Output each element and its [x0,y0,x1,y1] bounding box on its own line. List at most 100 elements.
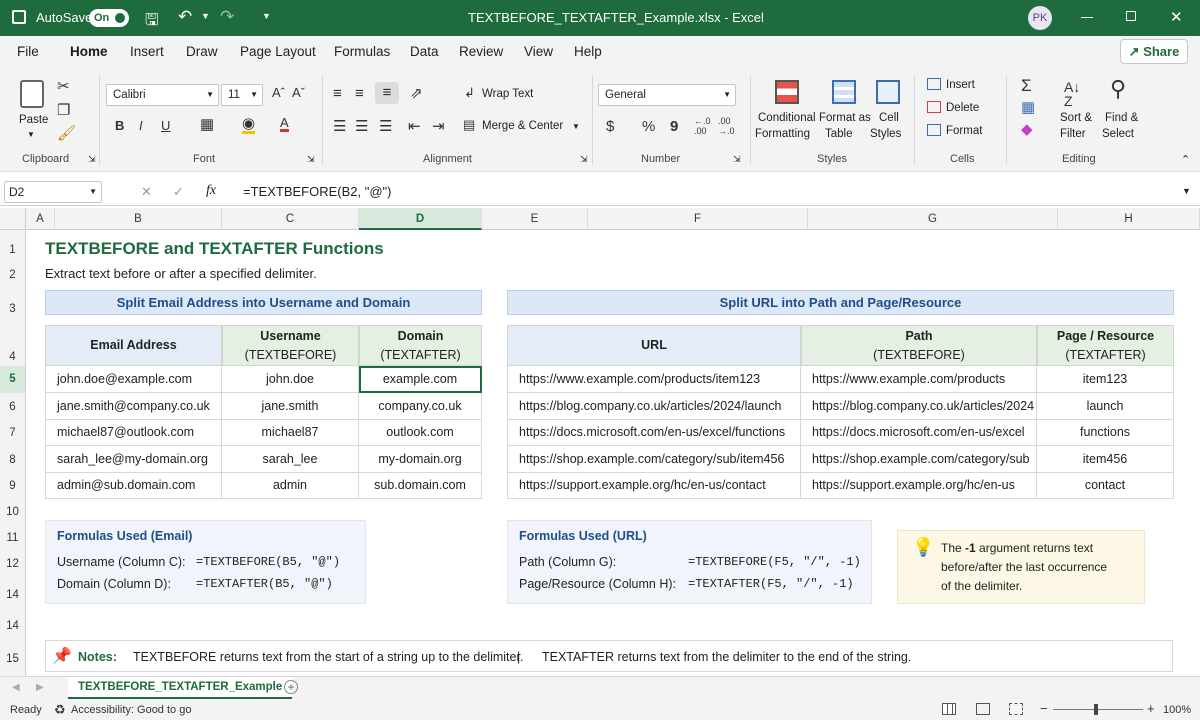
align-top-icon[interactable]: ≡ [333,86,342,101]
column-header-a[interactable]: A [26,208,55,230]
font-size-select[interactable]: 11 ▼ [221,84,263,106]
url-cell[interactable]: https://support.example.org/hc/en-us/con… [507,472,801,499]
tab-data[interactable]: Data [410,44,439,59]
path-header[interactable]: Path (TEXTBEFORE) [801,325,1037,366]
paste-dropdown-icon[interactable]: ▼ [27,130,35,139]
row-header[interactable]: 11 [0,525,26,551]
insert-cells-icon[interactable] [927,78,941,90]
font-name-select[interactable]: Calibri ▼ [106,84,219,106]
delete-cells-button[interactable]: Delete [946,102,979,114]
fill-color-icon[interactable]: ◉ [242,116,256,134]
collapse-ribbon-icon[interactable]: ⌃ [1181,153,1190,166]
decrease-decimal-icon[interactable]: .00 →.0 [718,116,735,137]
autosum-icon[interactable]: Σ [1021,77,1032,94]
email-section-band[interactable]: Split Email Address into Username and Do… [45,290,482,315]
alignment-launcher-icon[interactable]: ⇲ [580,154,588,165]
column-header-h[interactable]: H [1058,208,1200,230]
row-header[interactable]: 14 [0,610,26,642]
currency-button[interactable]: $ [606,119,614,134]
zoom-level[interactable]: 100% [1163,704,1191,716]
url-cell[interactable]: https://www.example.com/products [801,366,1037,393]
row-header[interactable]: 1 [0,230,26,262]
accessibility-icon[interactable]: ♻ [54,702,66,718]
zoom-in-icon[interactable]: + [1147,701,1155,716]
delete-cells-icon[interactable] [927,101,941,113]
email-cell[interactable]: jane.smith@company.co.uk [45,393,222,420]
tab-home[interactable]: Home [68,44,110,71]
insert-function-icon[interactable]: fx [206,183,216,199]
url-cell[interactable]: contact [1037,472,1174,499]
tab-formulas[interactable]: Formulas [334,44,390,59]
underline-button[interactable]: U [161,119,170,132]
cell-styles-icon[interactable] [876,80,900,104]
row-header[interactable]: 9 [0,472,26,499]
name-box[interactable]: D2 ▼ [4,181,102,203]
email-cell[interactable]: admin@sub.domain.com [45,472,222,499]
orientation-icon[interactable]: ⇗ [410,86,423,101]
autosave-toggle[interactable]: On [89,9,129,27]
increase-indent-icon[interactable]: ⇥ [432,119,445,134]
url-cell[interactable]: functions [1037,419,1174,446]
tab-insert[interactable]: Insert [130,44,164,59]
email-cell[interactable]: michael87 [222,419,359,446]
wrap-text-button[interactable]: Wrap Text [482,88,533,100]
align-bottom-icon[interactable]: ≡ [375,82,399,104]
url-cell[interactable]: https://blog.company.co.uk/articles/2024… [507,393,801,420]
row-header[interactable]: 2 [0,262,26,289]
tab-page-layout[interactable]: Page Layout [240,44,316,59]
merge-center-button[interactable]: Merge & Center [482,120,563,132]
tab-file[interactable]: File [17,44,39,59]
column-header-f[interactable]: F [588,208,808,230]
font-color-icon[interactable]: A [280,116,289,132]
row-header[interactable]: 8 [0,446,26,472]
domain-header[interactable]: Domain (TEXTAFTER) [359,325,482,366]
copy-icon[interactable]: ❐ [57,103,70,118]
row-header[interactable]: 3 [0,289,26,325]
tab-help[interactable]: Help [574,44,602,59]
row-header[interactable]: 14 [0,577,26,610]
format-cells-icon[interactable] [927,124,941,136]
tab-draw[interactable]: Draw [186,44,218,59]
sort-filter-label1[interactable]: Sort & [1060,112,1092,124]
email-cell[interactable]: admin [222,472,359,499]
row-header[interactable]: 4 [0,325,26,366]
page-resource-header[interactable]: Page / Resource (TEXTAFTER) [1037,325,1174,366]
url-cell[interactable]: https://support.example.org/hc/en-us [801,472,1037,499]
row-header[interactable]: 12 [0,551,26,577]
tab-view[interactable]: View [524,44,553,59]
select-all-corner[interactable] [0,208,26,230]
url-cell[interactable]: https://blog.company.co.uk/articles/2024 [801,393,1037,420]
clear-icon[interactable]: ◆ [1021,122,1033,137]
increase-decimal-icon[interactable]: ←.0.00 [694,116,711,137]
sheet-title[interactable]: TEXTBEFORE and TEXTAFTER Functions [45,239,384,259]
save-icon[interactable]: 🖫 [145,9,159,36]
merge-center-icon[interactable]: ▤ [463,118,475,131]
insert-cells-button[interactable]: Insert [946,79,975,91]
cell-styles-label2[interactable]: Styles [870,128,901,140]
sheet-tab-active[interactable]: TEXTBEFORE_TEXTAFTER_Example [68,677,293,699]
paste-icon[interactable] [20,80,44,108]
url-cell[interactable]: item456 [1037,446,1174,473]
conditional-formatting-label2[interactable]: Formatting [755,128,810,140]
merge-dropdown-icon[interactable]: ▼ [572,122,580,131]
zoom-out-icon[interactable]: − [1040,701,1048,716]
find-select-label2[interactable]: Select [1102,128,1134,140]
expand-formula-icon[interactable]: ▼ [1182,186,1191,196]
accessibility-status[interactable]: Accessibility: Good to go [71,704,191,716]
comma-style-button[interactable]: 9 [670,119,678,134]
cancel-icon[interactable]: ✕ [141,184,152,200]
minimize-icon[interactable] [1081,17,1093,18]
borders-icon[interactable]: ▦ [200,117,214,132]
prev-sheet-icon[interactable]: ◀ [12,682,20,693]
url-cell[interactable]: launch [1037,393,1174,420]
email-address-header[interactable]: Email Address [45,325,222,366]
bold-button[interactable]: B [115,119,124,132]
page-break-view-icon[interactable] [1009,703,1023,715]
zoom-slider-thumb[interactable] [1094,704,1098,715]
user-avatar[interactable]: PK [1028,6,1052,30]
sort-filter-icon[interactable]: A↓ Z [1064,80,1080,108]
row-header[interactable]: 7 [0,419,26,446]
cell-styles-label1[interactable]: Cell [879,112,899,124]
column-header-g[interactable]: G [808,208,1058,230]
email-cell[interactable]: jane.smith [222,393,359,420]
